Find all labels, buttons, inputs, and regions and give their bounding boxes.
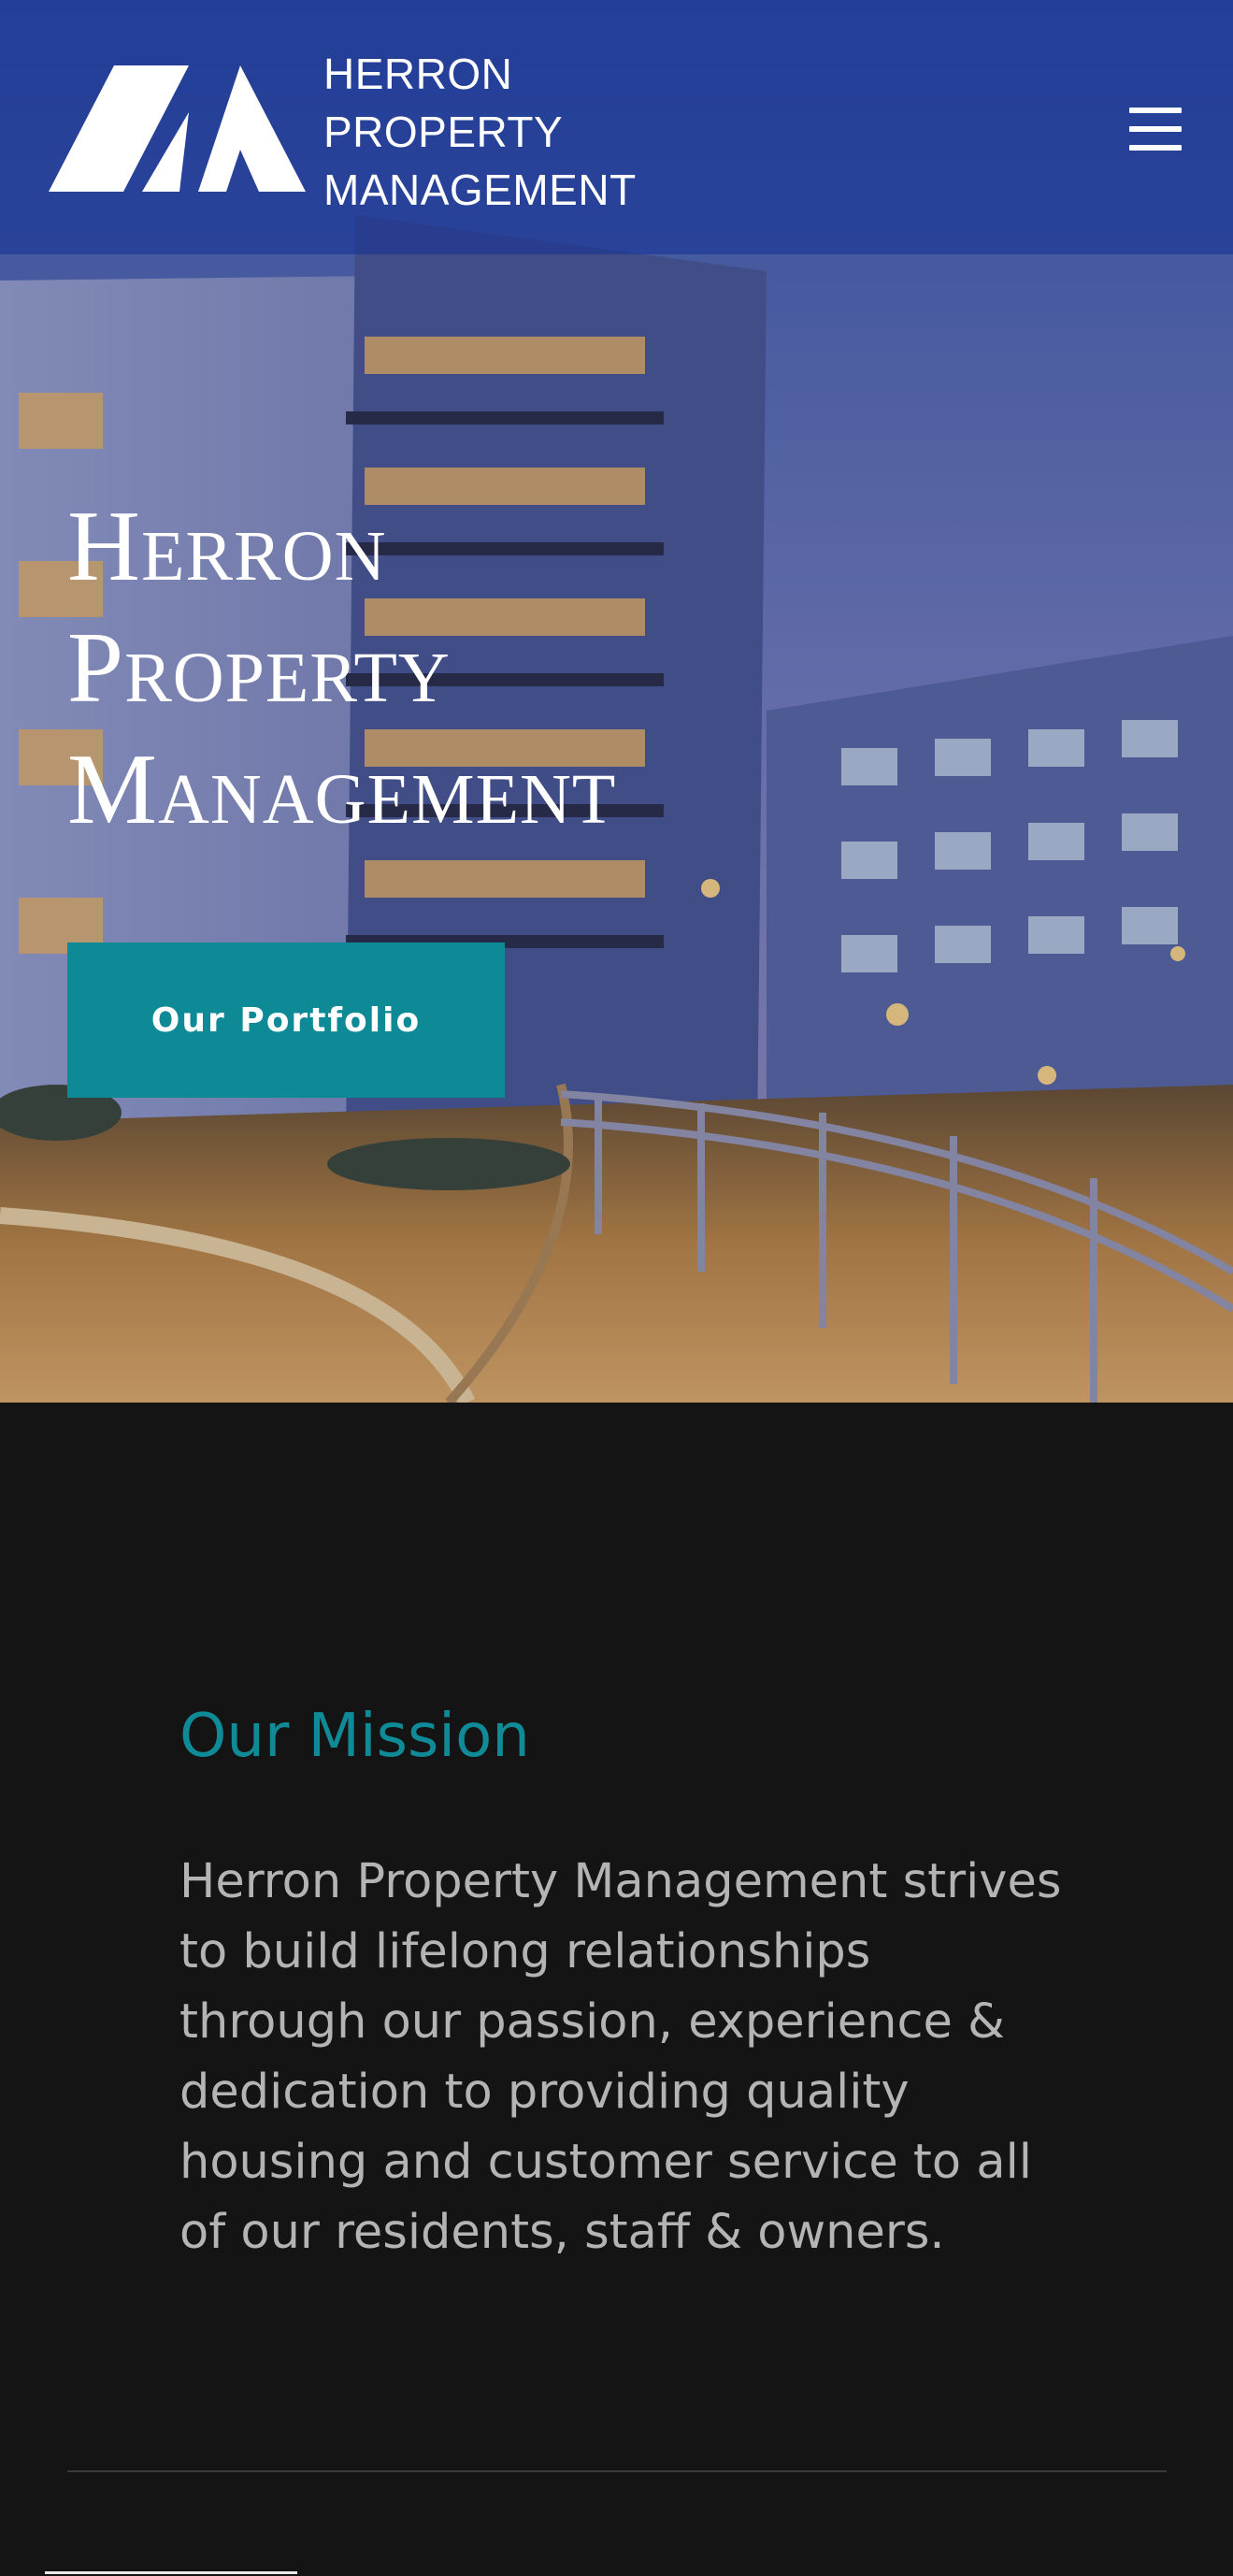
mission-text-line: through our passion, experience & xyxy=(179,1994,1005,2050)
hero-title: Herron Property Management xyxy=(67,486,616,851)
mission-text: Herron Property Management strives to bu… xyxy=(179,1847,1077,2267)
menu-bar xyxy=(1129,126,1182,132)
section-divider xyxy=(67,2470,1167,2472)
bottom-accent-line xyxy=(45,2571,297,2574)
mission-text-line: to build lifelong relationships xyxy=(179,1924,871,1979)
mission-text-line: of our residents, staff & owners. xyxy=(179,2205,945,2260)
brand-line: PROPERTY xyxy=(323,108,564,156)
hero-title-line: Management xyxy=(67,734,617,845)
mission-text-line: Herron Property Management strives xyxy=(179,1854,1062,1909)
hero-title-line: Property xyxy=(67,612,451,724)
hamburger-menu-icon[interactable] xyxy=(1122,108,1189,152)
site-header: HERRON PROPERTY MANAGEMENT xyxy=(0,0,1233,254)
hero-title-line: Herron xyxy=(67,491,387,602)
brand-line: HERRON xyxy=(323,50,513,98)
brand-line: MANAGEMENT xyxy=(323,165,637,214)
page: HERRON PROPERTY MANAGEMENT Herron Proper… xyxy=(0,0,1233,2576)
menu-bar xyxy=(1129,145,1182,151)
hero-section: HERRON PROPERTY MANAGEMENT Herron Proper… xyxy=(0,0,1233,1403)
menu-bar xyxy=(1129,108,1182,113)
hm-logo-icon[interactable] xyxy=(49,56,310,201)
brand-wordmark[interactable]: HERRON PROPERTY MANAGEMENT xyxy=(323,45,637,219)
mission-text-line: dedication to providing quality xyxy=(179,2065,910,2120)
mission-text-line: housing and customer service to all xyxy=(179,2135,1032,2190)
mission-heading: Our Mission xyxy=(179,1702,530,1771)
our-portfolio-button[interactable]: Our Portfolio xyxy=(67,943,505,1098)
